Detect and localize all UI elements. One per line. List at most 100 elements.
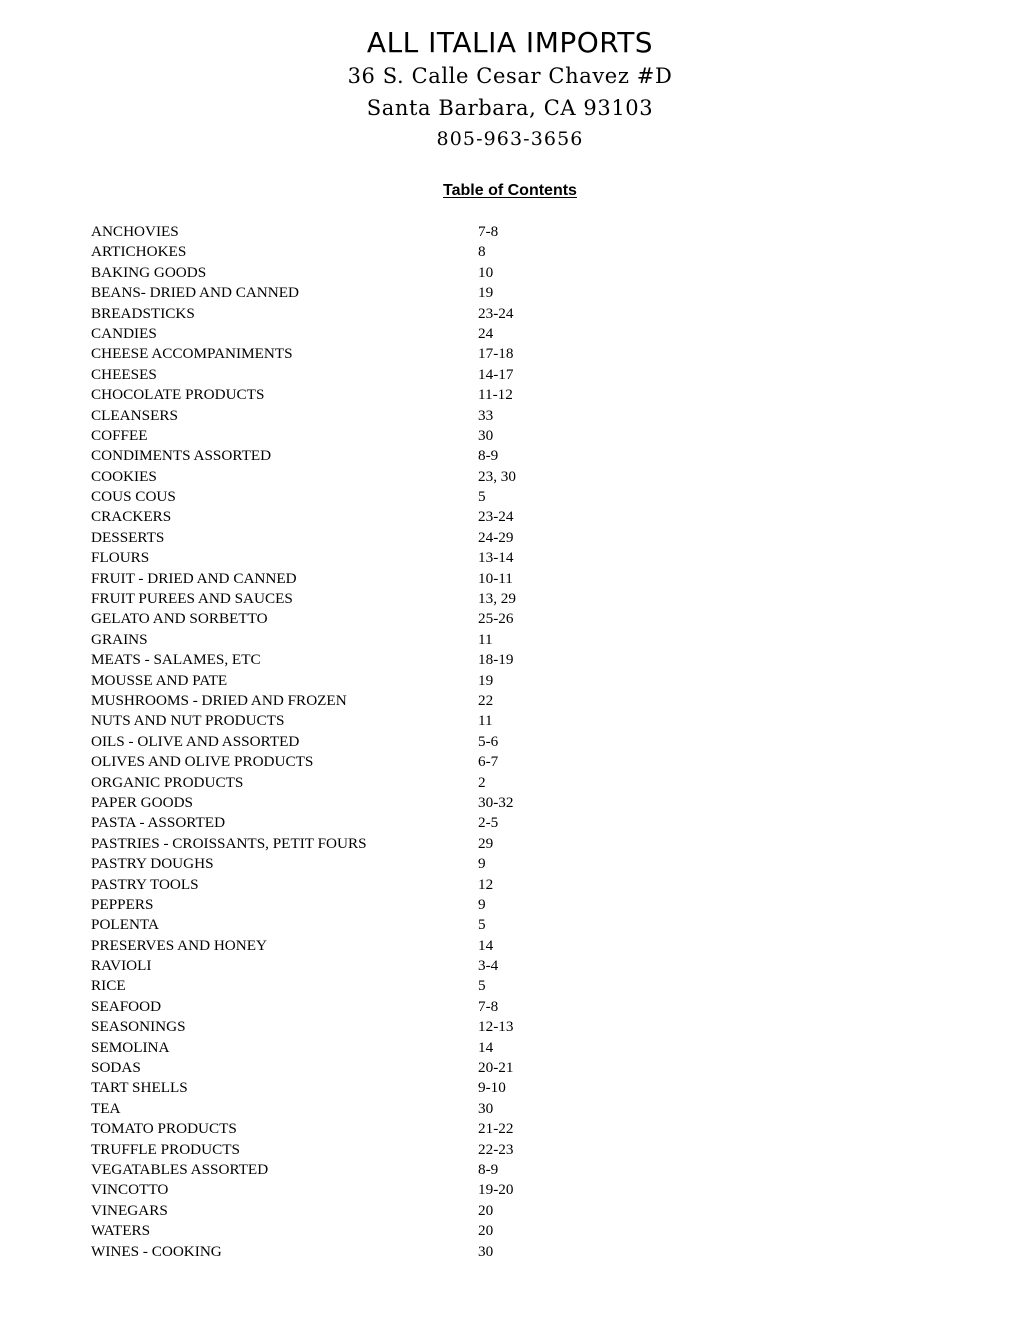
toc-entry-pages: 29 bbox=[478, 834, 494, 852]
toc-entry-pages: 14 bbox=[478, 936, 494, 954]
toc-row: COFFEE 30 bbox=[91, 426, 651, 446]
toc-entry-pages: 24-29 bbox=[478, 528, 514, 546]
toc-entry-label: CHEESE ACCOMPANIMENTS bbox=[91, 345, 293, 363]
toc-entry-pages: 23-24 bbox=[478, 508, 514, 526]
toc-row: GELATO AND SORBETTO 25-26 bbox=[91, 609, 651, 629]
toc-row: TEA 30 bbox=[91, 1099, 651, 1119]
toc-entry-pages: 14-17 bbox=[478, 365, 514, 383]
toc-entry-label: VINCOTTO bbox=[91, 1181, 169, 1199]
toc-entry-pages: 11-12 bbox=[478, 386, 513, 404]
toc-row: FRUIT - DRIED AND CANNED 10-11 bbox=[91, 569, 651, 589]
phone-number: 805-963-3656 bbox=[436, 128, 584, 150]
toc-entry-label: CRACKERS bbox=[91, 508, 172, 526]
toc-entry-label: PASTA - ASSORTED bbox=[91, 814, 226, 832]
toc-row: ORGANIC PRODUCTS 2 bbox=[91, 773, 651, 793]
toc-entry-pages: 9-10 bbox=[478, 1079, 506, 1097]
toc-entry-label: BREADSTICKS bbox=[91, 304, 195, 322]
toc-row: BAKING GOODS 10 bbox=[91, 263, 651, 283]
toc-entry-pages: 7-8 bbox=[478, 997, 499, 1015]
toc-entry-label: RICE bbox=[91, 977, 126, 995]
toc-entry-pages: 5 bbox=[478, 977, 486, 995]
toc-row: SEMOLINA 14 bbox=[91, 1038, 651, 1058]
toc-row: PRESERVES AND HONEY 14 bbox=[91, 936, 651, 956]
toc-entry-pages: 13, 29 bbox=[478, 590, 516, 608]
toc-entry-label: CHEESES bbox=[91, 365, 157, 383]
toc-row: SODAS 20-21 bbox=[91, 1058, 651, 1078]
toc-entry-pages: 24 bbox=[478, 324, 494, 342]
toc-row: VEGATABLES ASSORTED 8-9 bbox=[91, 1160, 651, 1180]
toc-entry-label: TRUFFLE PRODUCTS bbox=[91, 1140, 240, 1158]
toc-entry-pages: 30 bbox=[478, 426, 494, 444]
toc-entry-pages: 2-5 bbox=[478, 814, 499, 832]
toc-entry-label: CLEANSERS bbox=[91, 406, 178, 424]
toc-entry-pages: 18-19 bbox=[478, 651, 514, 669]
toc-row: PAPER GOODS 30-32 bbox=[91, 793, 651, 813]
toc-entry-label: FLOURS bbox=[91, 549, 150, 567]
toc-entry-label: FRUIT - DRIED AND CANNED bbox=[91, 569, 297, 587]
toc-entry-label: WATERS bbox=[91, 1222, 151, 1240]
toc-entry-label: GRAINS bbox=[91, 630, 148, 648]
toc-row: PASTRIES - CROISSANTS, PETIT FOURS 29 bbox=[91, 834, 651, 854]
toc-entry-pages: 10 bbox=[478, 263, 494, 281]
toc-row: OLIVES AND OLIVE PRODUCTS 6-7 bbox=[91, 752, 651, 772]
toc-entry-pages: 23, 30 bbox=[478, 467, 516, 485]
toc-entry-pages: 10-11 bbox=[478, 569, 513, 587]
toc-entry-pages: 12 bbox=[478, 875, 494, 893]
toc-entry-pages: 30 bbox=[478, 1099, 494, 1117]
toc-row: CONDIMENTS ASSORTED 8-9 bbox=[91, 446, 651, 466]
toc-entry-pages: 7-8 bbox=[478, 223, 499, 240]
toc-row: SEAFOOD 7-8 bbox=[91, 997, 651, 1017]
toc-entry-label: PASTRIES - CROISSANTS, PETIT FOURS bbox=[91, 834, 367, 852]
toc-entry-pages: 30 bbox=[478, 1242, 494, 1260]
toc-row: PASTRY DOUGHS 9 bbox=[91, 854, 651, 874]
toc-entry-label: PAPER GOODS bbox=[91, 793, 193, 811]
toc-row: DESSERTS 24-29 bbox=[91, 528, 651, 548]
street-address: 36 S. Calle Cesar Chavez #D bbox=[347, 64, 673, 88]
toc-row: WATERS 20 bbox=[91, 1221, 651, 1241]
toc-row: COOKIES 23, 30 bbox=[91, 467, 651, 487]
toc-row: CLEANSERS 33 bbox=[91, 406, 651, 426]
page-title-text: Table of Contents bbox=[443, 182, 577, 199]
toc-row: CANDIES 24 bbox=[91, 324, 651, 344]
toc-entry-pages: 8 bbox=[478, 243, 486, 261]
toc-entry-label: PRESERVES AND HONEY bbox=[91, 936, 267, 954]
toc-row: TRUFFLE PRODUCTS 22-23 bbox=[91, 1140, 651, 1160]
toc-entry-label: OLIVES AND OLIVE PRODUCTS bbox=[91, 753, 314, 771]
toc-row: CHEESES 14-17 bbox=[91, 365, 651, 385]
toc-row: VINCOTTO 19-20 bbox=[91, 1180, 651, 1200]
toc-entry-pages: 20 bbox=[478, 1201, 494, 1219]
toc-row: OILS - OLIVE AND ASSORTED 5-6 bbox=[91, 732, 651, 752]
toc-entry-pages: 2 bbox=[478, 773, 486, 791]
toc-entry-pages: 13-14 bbox=[478, 549, 514, 567]
toc-row: COUS COUS 5 bbox=[91, 487, 651, 507]
toc-row: TART SHELLS 9-10 bbox=[91, 1078, 651, 1098]
toc-row: PASTRY TOOLS 12 bbox=[91, 875, 651, 895]
toc-entry-pages: 5 bbox=[478, 488, 486, 506]
toc-row: MUSHROOMS - DRIED AND FROZEN 22 bbox=[91, 691, 651, 711]
toc-entry-pages: 20-21 bbox=[478, 1059, 514, 1077]
toc-entry-label: GELATO AND SORBETTO bbox=[91, 610, 268, 628]
toc-entry-pages: 17-18 bbox=[478, 345, 514, 363]
toc-row: FRUIT PUREES AND SAUCES 13, 29 bbox=[91, 589, 651, 609]
toc-row: ARTICHOKES 8 bbox=[91, 242, 651, 262]
toc-row: CRACKERS 23-24 bbox=[91, 507, 651, 527]
toc-row: CHOCOLATE PRODUCTS 11-12 bbox=[91, 385, 651, 405]
table-of-contents-list: ANCHOVIES 7-8 ARTICHOKES 8 BAKING GOODS 10 BEA… bbox=[91, 222, 651, 1262]
toc-entry-label: PASTRY TOOLS bbox=[91, 875, 199, 893]
toc-row: BEANS- DRIED AND CANNED 19 bbox=[91, 283, 651, 303]
toc-entry-label: SEAFOOD bbox=[91, 997, 162, 1015]
toc-entry-label: TEA bbox=[91, 1099, 121, 1117]
toc-row: PEPPERS 9 bbox=[91, 895, 651, 915]
toc-entry-pages: 12-13 bbox=[478, 1018, 514, 1036]
toc-entry-label: SEASONINGS bbox=[91, 1018, 186, 1036]
toc-entry-pages: 23-24 bbox=[478, 304, 514, 322]
toc-row: CHEESE ACCOMPANIMENTS 17-18 bbox=[91, 344, 651, 364]
toc-entry-label: RAVIOLI bbox=[91, 957, 152, 975]
toc-entry-label: MUSHROOMS - DRIED AND FROZEN bbox=[91, 691, 347, 709]
toc-row: TOMATO PRODUCTS 21-22 bbox=[91, 1119, 651, 1139]
toc-row: MOUSSE AND PATE 19 bbox=[91, 671, 651, 691]
toc-entry-pages: 20 bbox=[478, 1222, 494, 1240]
toc-entry-label: BEANS- DRIED AND CANNED bbox=[91, 284, 299, 302]
toc-entry-pages: 30-32 bbox=[478, 793, 514, 811]
toc-entry-pages: 5-6 bbox=[478, 732, 499, 750]
